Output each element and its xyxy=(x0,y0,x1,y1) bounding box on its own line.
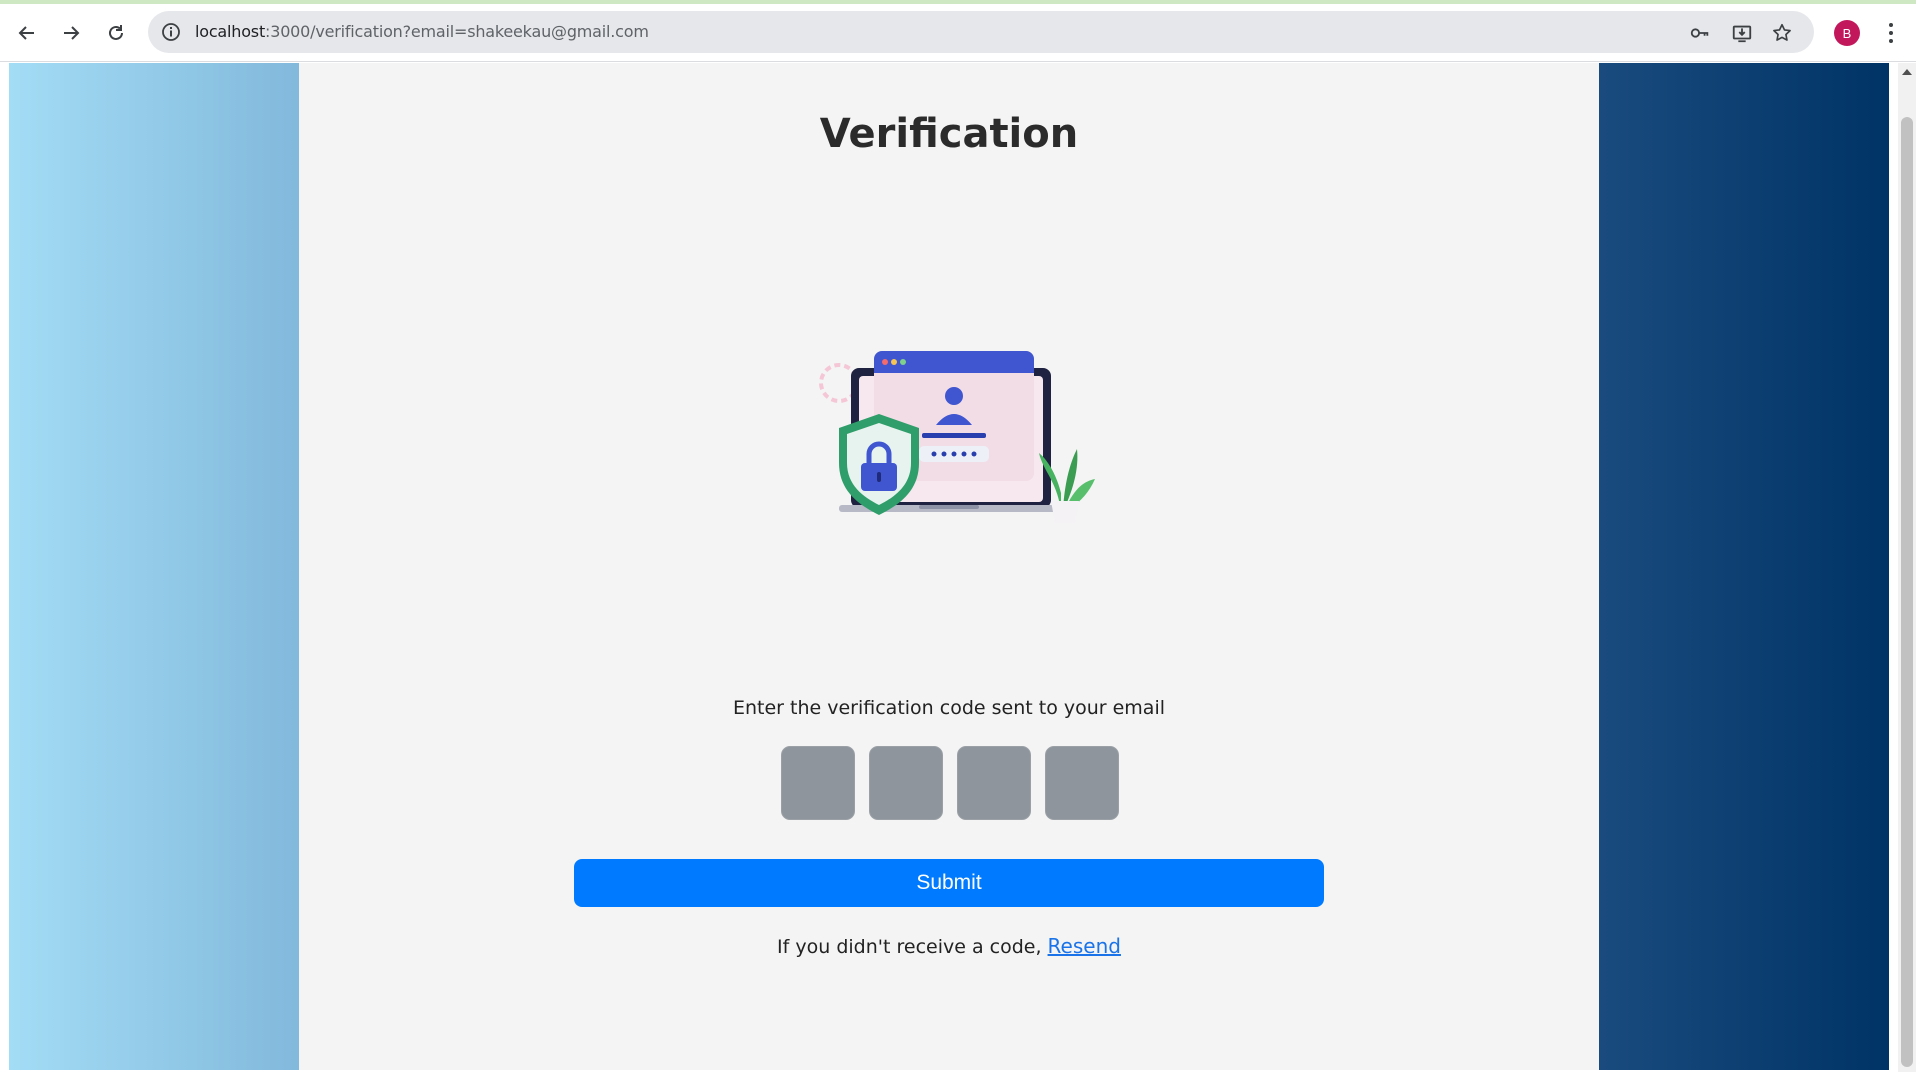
address-bar[interactable]: localhost:3000/verification?email=shakee… xyxy=(148,11,1814,53)
url-path: :3000/verification?email=shakeekau@gmail… xyxy=(265,22,649,41)
password-key-button[interactable] xyxy=(1688,21,1712,45)
key-icon xyxy=(1690,28,1709,38)
code-digit-2-input[interactable] xyxy=(869,746,943,820)
right-gradient-panel xyxy=(1599,63,1889,1070)
install-icon xyxy=(1732,25,1752,43)
browser-toolbar: localhost:3000/verification?email=shakee… xyxy=(0,0,1916,62)
more-vert-icon[interactable] xyxy=(1880,18,1902,48)
resend-text: If you didn't receive a code, Resend xyxy=(299,934,1599,958)
vertical-scrollbar[interactable] xyxy=(1898,63,1916,1072)
resend-link[interactable]: Resend xyxy=(1048,934,1121,958)
star-icon xyxy=(1773,23,1791,41)
loading-bar xyxy=(0,0,1916,4)
url-host: localhost xyxy=(195,22,266,41)
url-text[interactable]: localhost:3000/verification?email=shakee… xyxy=(195,22,649,41)
page-title: Verification xyxy=(819,111,1079,157)
reload-icon xyxy=(109,25,123,40)
verification-illustration xyxy=(819,351,1095,523)
back-arrow-icon xyxy=(18,26,34,40)
resend-prefix: If you didn't receive a code, xyxy=(777,936,1042,958)
scroll-up-arrow-icon[interactable] xyxy=(1902,69,1912,75)
reload-button[interactable] xyxy=(101,18,131,48)
scroll-thumb[interactable] xyxy=(1901,117,1913,1067)
bookmark-button[interactable] xyxy=(1770,21,1794,45)
code-digit-4-input[interactable] xyxy=(1045,746,1119,820)
code-digit-3-input[interactable] xyxy=(957,746,1031,820)
profile-avatar[interactable]: B xyxy=(1834,20,1860,46)
submit-button[interactable]: Submit xyxy=(574,859,1324,907)
page-viewport: Verification Enter the verification code… xyxy=(0,63,1916,1072)
instruction-text: Enter the verification code sent to your… xyxy=(732,697,1166,719)
verification-card: Verification Enter the verification code… xyxy=(299,63,1599,1070)
left-gradient-panel xyxy=(9,63,299,1070)
back-button[interactable] xyxy=(12,18,42,48)
install-app-button[interactable] xyxy=(1730,21,1754,45)
forward-button[interactable] xyxy=(56,18,86,48)
code-input-group xyxy=(781,746,1121,820)
code-digit-1-input[interactable] xyxy=(781,746,855,820)
forward-arrow-icon xyxy=(64,26,80,40)
info-icon[interactable] xyxy=(160,21,182,43)
